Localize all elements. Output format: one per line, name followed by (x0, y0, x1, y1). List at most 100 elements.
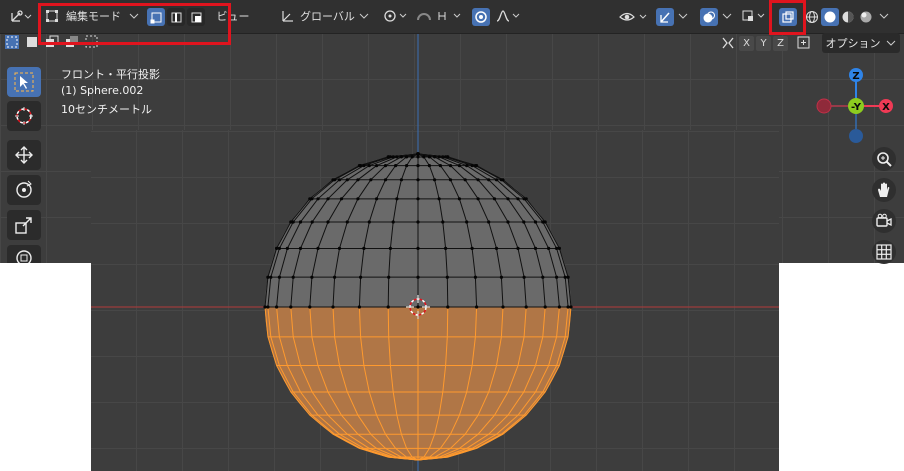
transform-tool-button[interactable] (7, 245, 41, 263)
options-dropdown[interactable]: オプション (822, 33, 900, 53)
snap-button[interactable] (414, 6, 466, 26)
mesh-vertex (266, 275, 270, 279)
camera-icon (876, 213, 892, 227)
chevron-down-icon (678, 13, 688, 19)
mesh-vertex (275, 305, 279, 309)
visibility-button[interactable] (618, 6, 652, 26)
mesh-vertex (444, 155, 448, 159)
mesh-vertex (394, 164, 398, 168)
mesh-vertex (337, 246, 342, 250)
mesh-vertex (476, 178, 480, 182)
mesh-vertex (275, 246, 279, 250)
move-icon (15, 146, 33, 164)
solid-shading-icon (824, 11, 836, 23)
editor-type-button[interactable] (6, 6, 36, 26)
overlay-toggle[interactable] (700, 8, 718, 26)
mesh-vertex (345, 178, 349, 182)
ortho-toggle-button[interactable] (872, 240, 896, 264)
gizmo-neg-z[interactable] (849, 129, 863, 143)
mirror-axis-group (719, 35, 737, 54)
mesh-vertex (416, 305, 420, 309)
mesh-vertex (416, 152, 420, 156)
mesh-vertex (277, 246, 281, 250)
mesh-vertex (399, 178, 403, 182)
mirror-x-button[interactable]: X (739, 36, 754, 51)
mesh-vertex (387, 275, 391, 279)
overlay-dropdown[interactable] (720, 6, 734, 26)
rotate-tool-button[interactable] (7, 175, 41, 205)
transform-orientation-selector[interactable]: グローバル (279, 6, 371, 26)
material-shading-icon (842, 11, 854, 23)
mesh-vertex (316, 197, 320, 201)
pivot-point-button[interactable] (381, 6, 411, 26)
mesh-vertex (522, 197, 526, 201)
camera-view-button[interactable] (872, 209, 896, 233)
grid-icon (876, 244, 892, 260)
mesh-vertex (277, 275, 281, 279)
mesh-vertex (470, 246, 474, 250)
mesh-vertex (269, 275, 273, 279)
pan-button[interactable] (872, 178, 896, 202)
gizmo-icon (660, 12, 670, 23)
mesh-vertex (416, 164, 420, 168)
select-box-icon[interactable] (4, 34, 20, 50)
mesh-vertex (433, 178, 437, 182)
chevron-down-icon (879, 13, 889, 19)
mesh-vertex (441, 220, 445, 224)
mesh-vertex (463, 178, 467, 182)
solid-shading-button[interactable] (821, 8, 839, 26)
falloff-button[interactable] (494, 6, 522, 26)
scale-tool-button[interactable] (7, 210, 41, 240)
mesh-vertex (388, 246, 392, 250)
chevron-down-icon (359, 13, 369, 19)
mesh-vertex (362, 164, 366, 168)
mesh-vertex (308, 305, 312, 309)
gizmo-z-axis[interactable]: Z (849, 68, 863, 82)
select-tool-button[interactable] (7, 67, 41, 97)
mesh-overlay-button[interactable] (740, 6, 768, 26)
gizmo-neg-x[interactable] (816, 98, 832, 114)
mesh-vertex (285, 246, 289, 250)
mesh-vertex (416, 275, 420, 279)
mesh-vertex (362, 246, 366, 250)
mesh-vertex (533, 246, 538, 250)
mesh-vertex (444, 246, 448, 250)
cursor-tool-button[interactable] (7, 101, 41, 131)
mesh-vertex (494, 178, 499, 182)
gizmo-x-axis[interactable]: X (879, 99, 893, 113)
mesh-vertex (375, 164, 379, 168)
mesh-vertex (410, 155, 414, 159)
wireframe-shading-icon (806, 11, 818, 23)
auto-merge-button[interactable] (796, 35, 812, 54)
mesh-vertex (441, 155, 445, 159)
mesh-vertex (499, 178, 503, 182)
mesh-vertex (445, 275, 449, 279)
zoom-button[interactable] (872, 147, 896, 171)
mesh-vertex (289, 220, 293, 224)
mesh-vertex (516, 246, 520, 250)
mesh-vertex (427, 155, 431, 159)
mirror-z-button[interactable]: Z (773, 36, 788, 51)
gizmo-neg-y-axis[interactable]: -Y (848, 98, 864, 114)
mesh-vertex (522, 220, 526, 224)
move-tool-button[interactable] (7, 140, 41, 170)
mesh-vertex (416, 220, 420, 224)
mesh-vertex (473, 275, 477, 279)
auto-merge-icon (797, 36, 810, 49)
navigation-gizmo[interactable]: Z X -Y (810, 62, 900, 152)
material-shading-button[interactable] (839, 8, 857, 26)
mesh-vertex (310, 275, 314, 279)
mesh-vertex (499, 275, 503, 279)
proportional-edit-button[interactable] (472, 8, 490, 26)
mesh-vertex (522, 275, 526, 279)
shading-dropdown[interactable] (877, 6, 891, 26)
mesh-vertex (395, 155, 399, 159)
mesh-vertex (395, 197, 399, 201)
mesh-vertex (446, 305, 450, 309)
rendered-shading-button[interactable] (857, 8, 875, 26)
editor-type-icon (11, 10, 32, 22)
gizmo-dropdown[interactable] (676, 6, 690, 26)
gizmo-toggle[interactable] (656, 8, 674, 26)
mirror-y-button[interactable]: Y (756, 36, 771, 51)
overlay-icon (703, 11, 715, 23)
